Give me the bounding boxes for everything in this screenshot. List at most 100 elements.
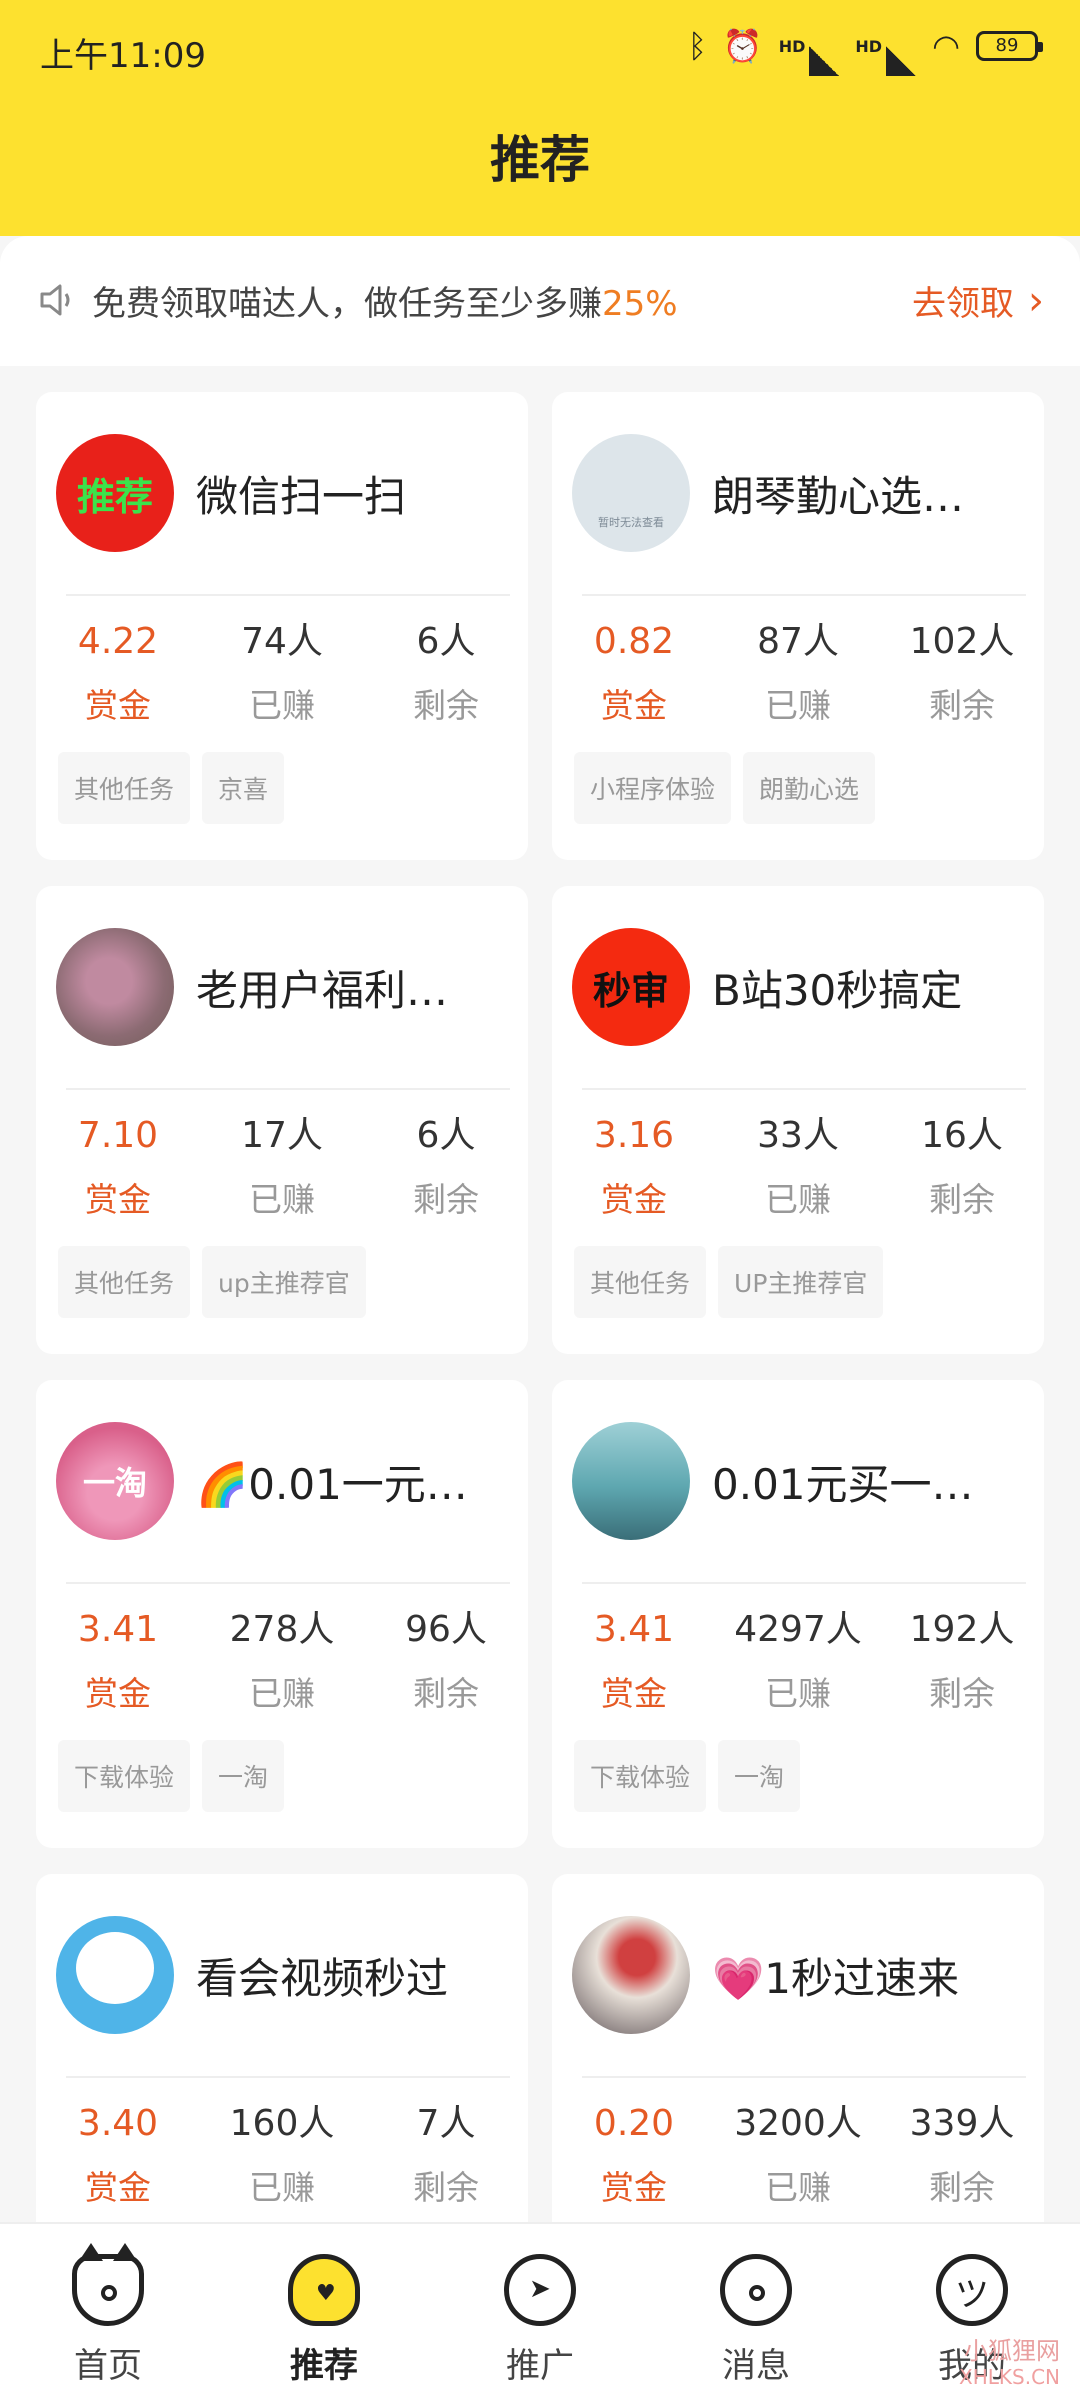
remaining-value: 7人 xyxy=(416,2103,476,2144)
battery-icon: 89 xyxy=(976,31,1043,61)
task-title: 朗琴勤心选… xyxy=(712,471,965,521)
reward-label: 赏金 xyxy=(601,686,667,725)
task-card[interactable]: 一淘 🌈0.01一元… 3.41 赏金 278人 已赚 96人 剩余 下载体验 一淘 xyxy=(36,1380,528,1848)
task-title: 🌈0.01一元… xyxy=(196,1459,468,1509)
reward-value: 0.82 xyxy=(593,621,675,662)
remaining-value: 339人 xyxy=(909,2103,1015,2144)
task-tag: UP主推荐官 xyxy=(718,1246,884,1318)
earned-value: 74人 xyxy=(241,621,323,662)
bottom-tab-bar: 首页 ♥ 推荐 ➤ 推广 消息 ツ 我的 xyxy=(0,2222,1080,2400)
task-title: B站30秒搞定 xyxy=(712,965,963,1015)
notice-banner[interactable]: 免费领取喵达人，做任务至少多赚25% 去领取 › xyxy=(0,236,1080,366)
alarm-icon: ⏰ xyxy=(722,27,763,65)
watermark: 小狐狸网 XHLKS.CN xyxy=(959,2338,1060,2390)
divider xyxy=(582,1088,1026,1090)
remaining-label: 剩余 xyxy=(413,1180,479,1219)
task-tag: 小程序体验 xyxy=(574,752,732,824)
tab-home[interactable]: 首页 xyxy=(0,2224,216,2400)
task-avatar xyxy=(572,1916,690,2034)
profile-face-icon: ツ xyxy=(936,2254,1008,2326)
divider xyxy=(582,2076,1026,2078)
task-card[interactable]: 秒审 B站30秒搞定 3.16 赏金 33人 已赚 16人 剩余 其他任务 UP主推荐… xyxy=(552,886,1044,1354)
reward-label: 赏金 xyxy=(85,1674,151,1713)
watermark-line1: 小狐狸网 xyxy=(964,2337,1060,2365)
remaining-label: 剩余 xyxy=(929,1180,995,1219)
promote-arrow-icon: ➤ xyxy=(504,2254,576,2326)
notice-highlight: 25% xyxy=(602,284,678,324)
app-header: 上午11:09 ᛒ ⏰ HD HD ◠ 89 推荐 xyxy=(0,0,1080,236)
remaining-label: 剩余 xyxy=(413,686,479,725)
reward-value: 4.22 xyxy=(77,621,159,662)
earned-label: 已赚 xyxy=(765,2168,831,2207)
task-tag: 京喜 xyxy=(202,752,285,824)
remaining-value: 96人 xyxy=(405,1609,487,1650)
task-title: 0.01元买一… xyxy=(712,1459,974,1509)
earned-label: 已赚 xyxy=(765,1180,831,1219)
status-time: 上午11:09 xyxy=(40,36,206,76)
claim-link-label: 去领取 xyxy=(912,284,1014,324)
network-label: HD xyxy=(855,36,883,56)
task-card[interactable]: 0.01元买一… 3.41 赏金 4297人 已赚 192人 剩余 下载体验 一淘 xyxy=(552,1380,1044,1848)
bluetooth-icon: ᛒ xyxy=(687,27,707,65)
task-tag: 下载体验 xyxy=(58,1740,191,1812)
tab-messages[interactable]: 消息 xyxy=(648,2224,864,2400)
task-title: 微信扫一扫 xyxy=(196,471,407,521)
divider xyxy=(66,1582,510,1584)
task-avatar xyxy=(572,1422,690,1540)
remaining-label: 剩余 xyxy=(413,2168,479,2207)
earned-value: 87人 xyxy=(757,621,839,662)
reward-label: 赏金 xyxy=(601,2168,667,2207)
task-card[interactable]: 朗琴勤心选… 0.82 赏金 87人已赚 102人剩余 小程序体验 朗勤心选 xyxy=(552,392,1044,860)
network-label: HD xyxy=(778,36,806,56)
task-grid: 推荐 微信扫一扫 4.22赏金 74人已赚 6人剩余 其他任务 京喜 朗琴勤心选… xyxy=(36,392,1044,2342)
earned-value: 33人 xyxy=(757,1115,839,1156)
reward-label: 赏金 xyxy=(85,686,151,725)
claim-link[interactable]: 去领取 › xyxy=(912,276,1044,325)
status-icons: ᛒ ⏰ HD HD ◠ 89 xyxy=(687,26,1043,76)
watermark-line2: XHLKS.CN xyxy=(959,2365,1060,2389)
earned-value: 4297人 xyxy=(734,1609,862,1650)
earned-value: 17人 xyxy=(241,1115,323,1156)
task-avatar xyxy=(56,928,174,1046)
signal-icon: HD xyxy=(855,36,917,76)
tab-label: 推荐 xyxy=(290,2346,358,2386)
earned-label: 已赚 xyxy=(249,686,315,725)
remaining-value: 102人 xyxy=(909,621,1015,662)
task-card[interactable]: 推荐 微信扫一扫 4.22 赏金 74人 已赚 6人 剩余 其他任务 京喜 xyxy=(36,392,528,860)
remaining-value: 16人 xyxy=(921,1115,1003,1156)
reward-value: 3.40 xyxy=(77,2103,159,2144)
earned-value: 3200人 xyxy=(734,2103,862,2144)
reward-value: 3.41 xyxy=(77,1609,159,1650)
reward-label: 赏金 xyxy=(85,1180,151,1219)
remaining-value: 6人 xyxy=(416,1115,476,1156)
tab-label: 首页 xyxy=(74,2346,142,2386)
task-tag: 其他任务 xyxy=(574,1246,707,1318)
tab-label: 推广 xyxy=(506,2346,574,2386)
reward-value: 3.16 xyxy=(593,1115,675,1156)
signal-icon: HD xyxy=(778,36,840,76)
task-avatar: 一淘 xyxy=(56,1422,174,1540)
earned-label: 已赚 xyxy=(249,2168,315,2207)
divider xyxy=(66,1088,510,1090)
tab-label: 消息 xyxy=(722,2346,790,2386)
task-card[interactable]: 老用户福利… 7.10 赏金 17人 已赚 6人 剩余 其他任务 up主推荐官 xyxy=(36,886,528,1354)
remaining-label: 剩余 xyxy=(929,2168,995,2207)
earned-value: 278人 xyxy=(229,1609,335,1650)
task-title: 看会视频秒过 xyxy=(196,1953,449,2003)
task-avatar xyxy=(572,434,690,552)
earned-label: 已赚 xyxy=(765,1674,831,1713)
task-tag: 一淘 xyxy=(718,1740,801,1812)
chevron-right-icon: › xyxy=(1028,277,1044,324)
task-avatar: 推荐 xyxy=(56,434,174,552)
remaining-label: 剩余 xyxy=(413,1674,479,1713)
tab-promote[interactable]: ➤ 推广 xyxy=(432,2224,648,2400)
task-title: 老用户福利… xyxy=(196,965,449,1015)
tab-recommend[interactable]: ♥ 推荐 xyxy=(216,2224,432,2400)
task-tag: 其他任务 xyxy=(58,1246,191,1318)
page-title: 推荐 xyxy=(490,131,590,189)
reward-value: 0.20 xyxy=(593,2103,675,2144)
recommend-heart-icon: ♥ xyxy=(288,2254,360,2326)
earned-value: 160人 xyxy=(229,2103,335,2144)
remaining-label: 剩余 xyxy=(929,686,995,725)
reward-value: 7.10 xyxy=(77,1115,159,1156)
